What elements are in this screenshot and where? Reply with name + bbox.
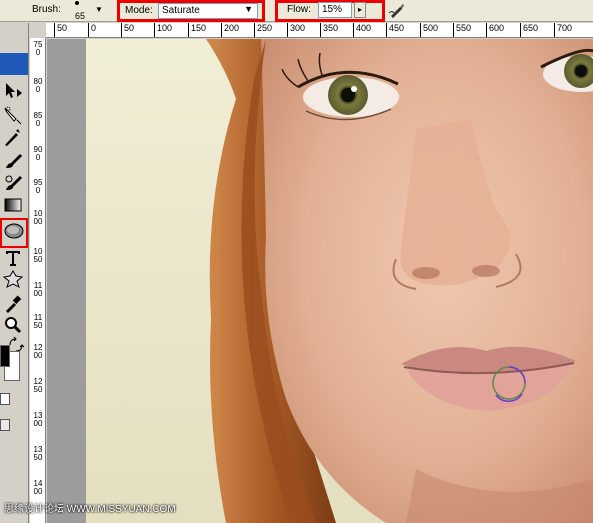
flow-slider-arrow-icon[interactable]: ▸: [354, 2, 366, 18]
portrait-photo: [86, 39, 593, 523]
ruler-tick: 150: [188, 23, 206, 37]
photoshop-window: Brush: 65 ▼ Mode: Saturate ▼ Flow: 15% ▸…: [0, 0, 593, 523]
ruler-tick: 300: [287, 23, 305, 37]
mode-select[interactable]: Saturate ▼: [158, 3, 258, 19]
chevron-down-icon: ▼: [244, 4, 253, 14]
toolbox: [0, 23, 29, 523]
mode-label: Mode:: [125, 5, 153, 16]
ruler-tick: 1100: [33, 281, 43, 298]
ruler-tick: 800: [33, 77, 43, 94]
screen-mode-icon[interactable]: [0, 419, 10, 431]
horizontal-ruler: 50 0 50 100 150 200 250 300 350 400 450 …: [46, 23, 593, 38]
ruler-tick: 0: [88, 23, 96, 37]
mode-value: Saturate: [162, 5, 200, 16]
ruler-tick: 1250: [33, 377, 43, 394]
ruler-tick: 100: [154, 23, 172, 37]
airbrush-icon[interactable]: [388, 1, 406, 19]
ruler-tick: 50: [54, 23, 67, 37]
watermark-text: 思缘设计论坛 WWW.MISSYUAN.COM: [4, 504, 176, 515]
ruler-tick: 1200: [33, 343, 43, 360]
ruler-tick: 600: [486, 23, 504, 37]
type-icon[interactable]: [2, 248, 24, 268]
ruler-tick: 50: [121, 23, 134, 37]
toolbox-header: [0, 53, 28, 75]
custom-shape-icon[interactable]: [2, 269, 24, 289]
ruler-tick: 550: [453, 23, 471, 37]
flow-label: Flow:: [287, 4, 311, 15]
ruler-tick: 250: [254, 23, 272, 37]
foreground-color-swatch[interactable]: [0, 345, 10, 367]
options-bar: Brush: 65 ▼ Mode: Saturate ▼ Flow: 15% ▸: [0, 0, 593, 22]
magic-wand-icon[interactable]: [2, 127, 24, 147]
ruler-tick: 950: [33, 178, 43, 195]
document-canvas[interactable]: [86, 39, 593, 523]
ruler-tick: 650: [520, 23, 538, 37]
ruler-tick: 350: [320, 23, 338, 37]
ruler-tick: 450: [386, 23, 404, 37]
gradient-icon[interactable]: [2, 195, 24, 215]
ruler-tick: 1400: [33, 479, 43, 496]
ruler-tick: 900: [33, 145, 43, 162]
brush-icon[interactable]: [2, 151, 24, 171]
brush-label: Brush:: [32, 4, 61, 15]
eyedropper-icon[interactable]: [2, 293, 24, 313]
move-icon[interactable]: [2, 81, 24, 101]
lasso-icon[interactable]: [2, 105, 24, 125]
vertical-ruler: 750 800 850 900 950 1000 1050 1100 1150 …: [30, 38, 46, 523]
ruler-tick: 1350: [33, 445, 43, 462]
ruler-tick: 750: [33, 40, 43, 57]
brush-preview-icon[interactable]: [75, 1, 79, 5]
brush-size[interactable]: 65: [75, 11, 85, 21]
ruler-tick: 850: [33, 111, 43, 128]
history-brush-icon[interactable]: [2, 173, 24, 193]
pasteboard: [47, 39, 86, 523]
ruler-tick: 400: [353, 23, 371, 37]
ruler-tick: 1000: [33, 209, 43, 226]
ruler-tick: 1300: [33, 411, 43, 428]
ruler-tick: 700: [554, 23, 572, 37]
active-tool-highlight-box: [0, 218, 28, 248]
standard-mode-icon[interactable]: [0, 393, 10, 405]
ruler-tick: 500: [420, 23, 438, 37]
brush-picker-chevron-icon[interactable]: ▼: [95, 5, 103, 14]
flow-input[interactable]: 15%: [318, 2, 352, 18]
ruler-tick: 200: [221, 23, 239, 37]
zoom-icon[interactable]: [2, 315, 24, 335]
ruler-tick: 1150: [33, 313, 43, 330]
ruler-tick: 1050: [33, 247, 43, 264]
